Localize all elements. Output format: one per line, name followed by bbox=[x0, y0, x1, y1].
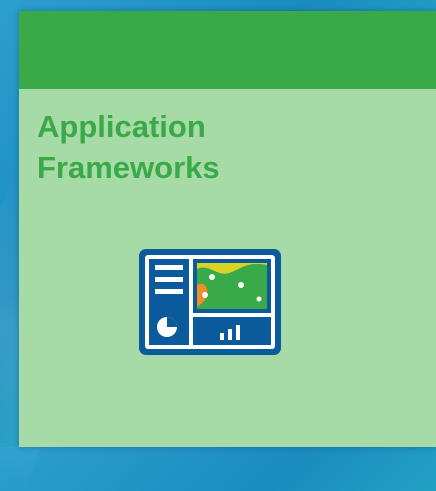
dashboard-app-icon bbox=[139, 249, 281, 355]
tile-header-bar bbox=[19, 11, 436, 89]
tile-title: Application Frameworks bbox=[37, 109, 220, 185]
application-frameworks-tile[interactable]: Application Frameworks bbox=[19, 11, 436, 447]
